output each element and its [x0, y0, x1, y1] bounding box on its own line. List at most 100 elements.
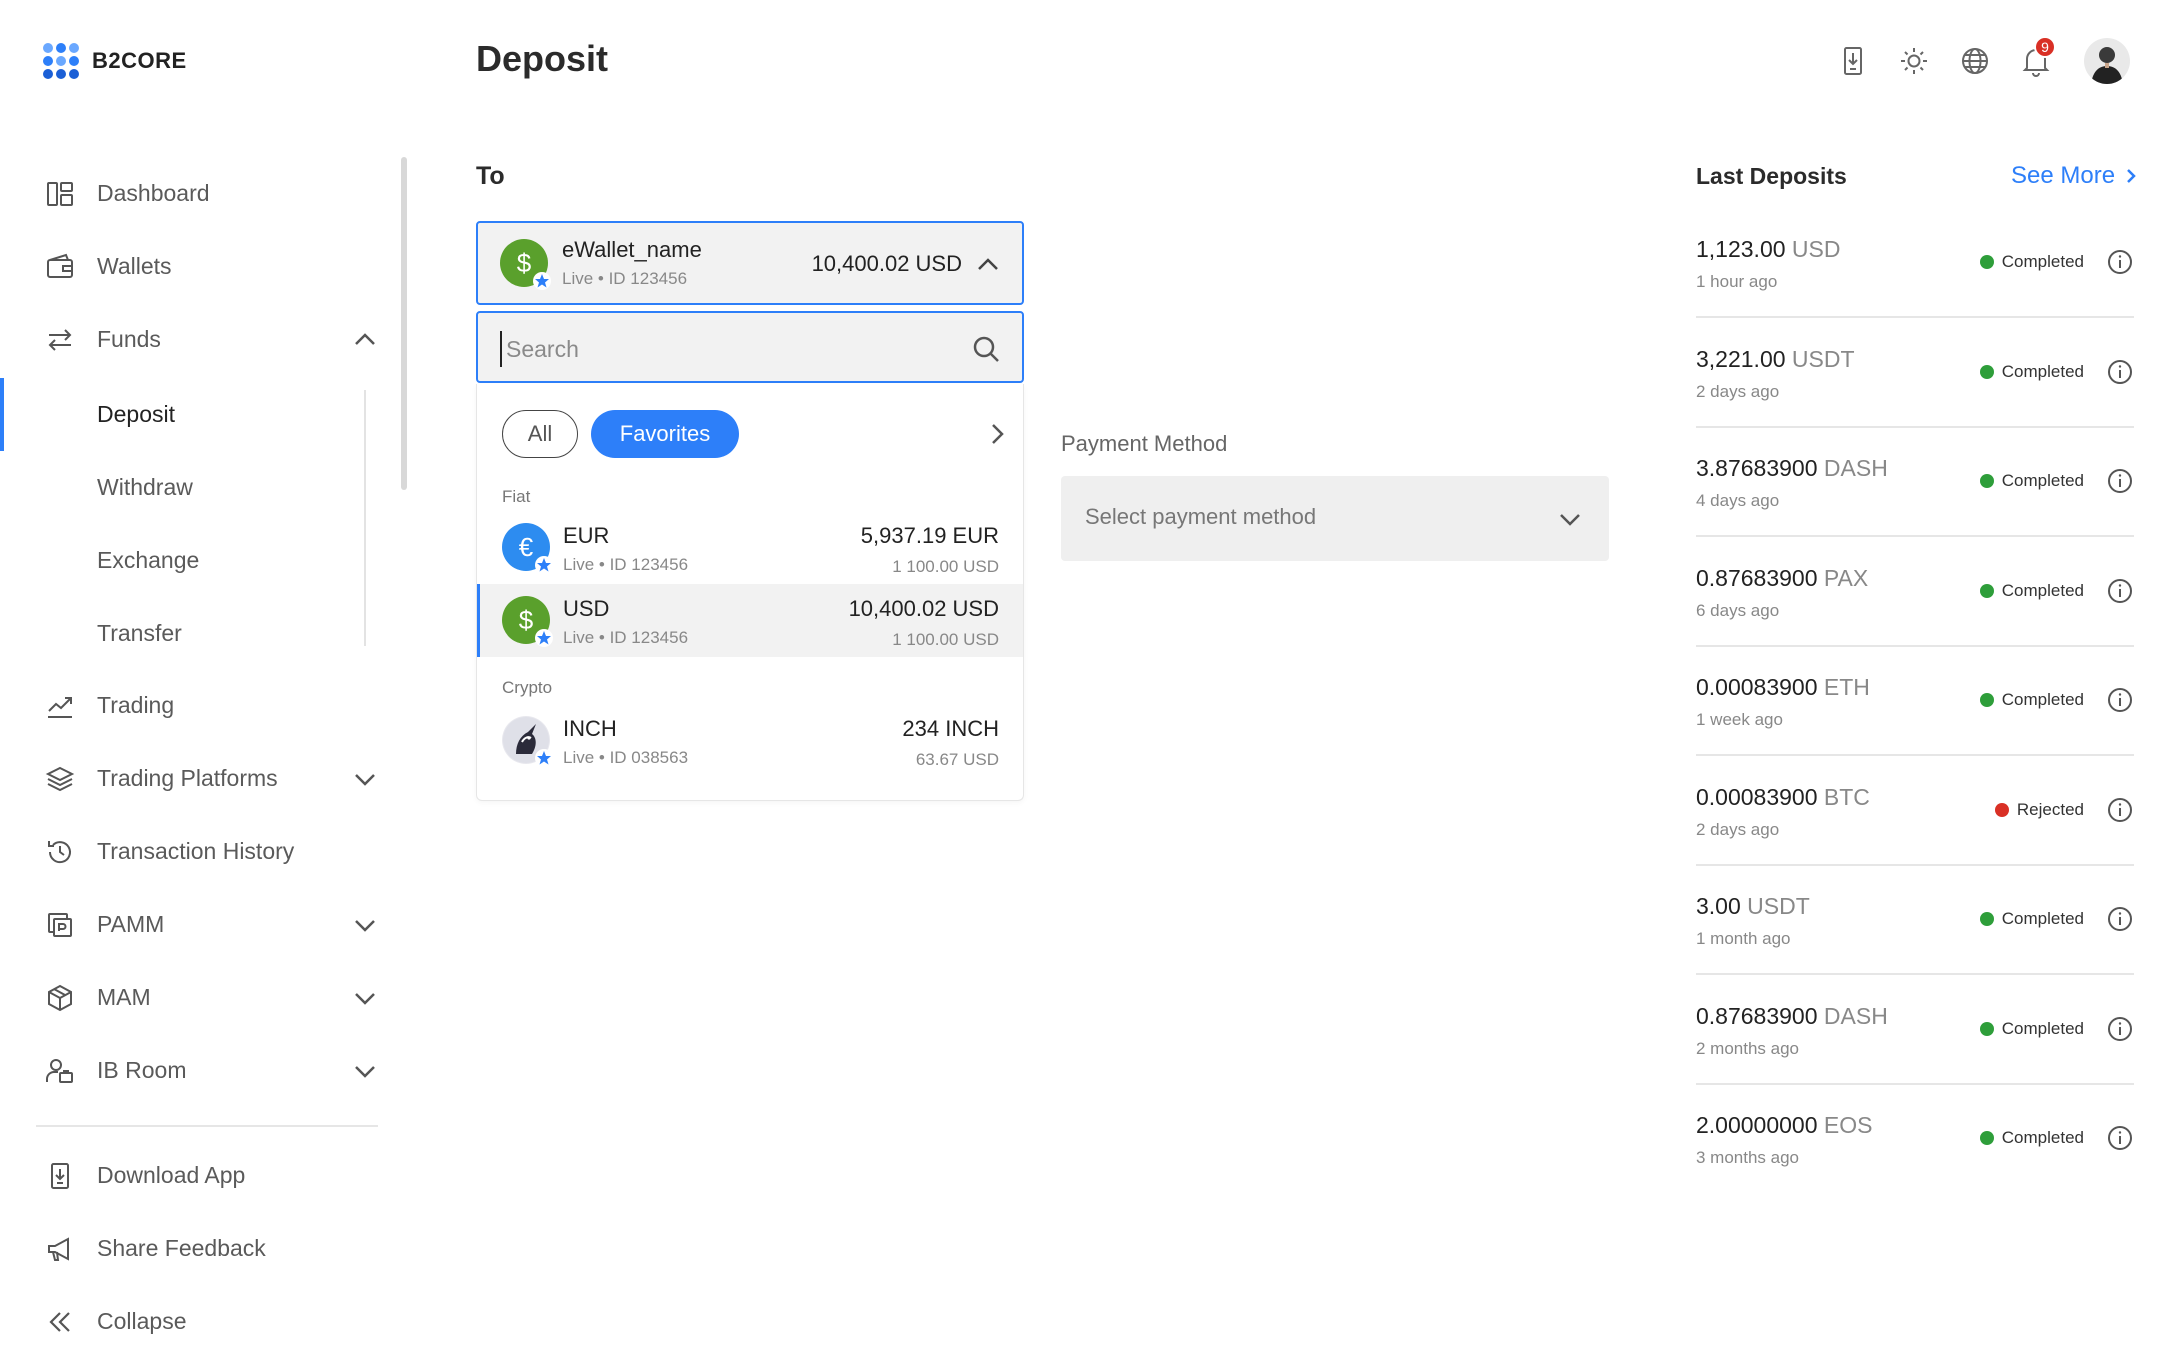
info-icon[interactable] [2106, 905, 2134, 933]
deposit-amount: 0.87683900 DASH [1696, 1003, 1888, 1030]
status-label: Completed [2001, 1128, 2084, 1147]
sidebar-item-download-app[interactable]: Download App [0, 1139, 400, 1212]
info-icon[interactable] [2106, 796, 2134, 824]
download-app-icon[interactable] [1835, 43, 1871, 79]
account-row-usd[interactable]: $ USD Live • ID 123456 10,400.02 USD 1 1… [477, 584, 1023, 657]
account-row-eur[interactable]: € EUR Live • ID 123456 5,937.19 EUR 1 10… [477, 511, 1023, 584]
filter-chip-all[interactable]: All [502, 410, 578, 458]
sidebar-item-pamm[interactable]: PAMM [0, 888, 400, 961]
user-avatar[interactable] [2084, 38, 2130, 84]
deposit-row[interactable]: 0.87683900 PAX 6 days ago Completed [1696, 537, 2134, 647]
status-dot [1979, 364, 1994, 379]
deposit-time: 6 days ago [1696, 600, 1780, 620]
sidebar-item-share-feedback[interactable]: Share Feedback [0, 1212, 400, 1285]
chart-line-icon [48, 696, 72, 718]
status-label: Completed [2001, 580, 2084, 600]
sidebar-item-transaction-history[interactable]: Transaction History [0, 815, 400, 888]
deposit-row[interactable]: 1,123.00 USD 1 hour ago Completed [1696, 208, 2134, 318]
sidebar-item-label: Dashboard [97, 180, 210, 206]
globe-icon[interactable] [1957, 43, 1993, 79]
account-amount: 234 INCH [902, 716, 999, 741]
deposit-row[interactable]: 0.87683900 DASH 2 months ago Completed [1696, 975, 2134, 1085]
logo-text: B2CORE [92, 48, 187, 73]
sidebar-item-collapse[interactable]: Collapse [0, 1285, 400, 1350]
status-badge: Completed [1979, 361, 2084, 382]
layers-icon [45, 766, 75, 791]
sidebar-item-dashboard[interactable]: Dashboard [0, 157, 400, 230]
deposit-value: 3.87683900 [1696, 455, 1818, 481]
chevron-up-icon[interactable] [974, 251, 1002, 279]
sidebar-item-trading-platforms[interactable]: Trading Platforms [0, 742, 400, 815]
search-icon[interactable] [970, 333, 1002, 365]
deposit-row[interactable]: 2.00000000 EOS 3 months ago Completed [1696, 1084, 2134, 1194]
wallet-selector[interactable]: $ eWallet_name Live • ID 123456 10,400.0… [476, 221, 1024, 305]
sidebar-divider [36, 1125, 378, 1127]
info-icon[interactable] [2106, 577, 2134, 605]
deposit-currency: DASH [1823, 455, 1888, 481]
sidebar-subitem-withdraw[interactable]: Withdraw [0, 451, 380, 524]
status-label: Completed [2001, 690, 2084, 709]
collapse-icon [49, 1311, 70, 1332]
account-name: EUR [563, 523, 610, 548]
info-icon[interactable] [2106, 358, 2134, 386]
to-section-title: To [476, 162, 505, 190]
deposit-row[interactable]: 3.87683900 DASH 4 days ago Completed [1696, 427, 2134, 537]
info-icon[interactable] [2106, 1015, 2134, 1043]
payment-method-label: Payment Method [1061, 431, 1228, 456]
coin-symbol: $ [518, 604, 534, 635]
coin-symbol: € [518, 531, 534, 562]
sidebar-item-wallets[interactable]: Wallets [0, 230, 400, 303]
deposit-row[interactable]: 0.00083900 ETH 1 week ago Completed [1696, 646, 2134, 756]
chevron-down-icon[interactable] [350, 910, 380, 940]
info-icon[interactable] [2106, 467, 2134, 495]
status-badge: Completed [1979, 471, 2084, 491]
account-search[interactable] [476, 311, 1024, 383]
deposit-row[interactable]: 3.00 USDT 1 month ago Completed [1696, 865, 2134, 975]
filter-chip-favorites[interactable]: Favorites [591, 410, 739, 458]
chevron-down-icon[interactable] [350, 1056, 380, 1086]
sidebar-item-label: Withdraw [97, 474, 193, 500]
status-label: Completed [2001, 361, 2084, 381]
coin-symbol: $ [516, 247, 532, 278]
status-dot [1979, 583, 1994, 598]
status-dot [1979, 1021, 1994, 1036]
chevron-down-icon[interactable] [350, 983, 380, 1013]
notification-badge: 9 [2034, 36, 2056, 58]
sidebar-item-mam[interactable]: MAM [0, 961, 400, 1034]
deposit-amount: 1,123.00 USD [1696, 236, 1840, 263]
brightness-icon[interactable] [1896, 43, 1932, 79]
sidebar-item-trading[interactable]: Trading [0, 669, 400, 742]
chevron-up-icon[interactable] [350, 325, 380, 355]
sidebar-subitem-transfer[interactable]: Transfer [0, 597, 380, 670]
deposit-row[interactable]: 0.00083900 BTC 2 days ago Rejected [1696, 756, 2134, 866]
sidebar-item-funds[interactable]: Funds [0, 303, 400, 376]
deposit-time: 2 days ago [1696, 381, 1780, 401]
account-dropdown: All Favorites Fiat € EUR Live • ID 12345… [476, 384, 1024, 801]
eur-coin-icon: € [502, 523, 553, 574]
see-more-link[interactable]: See More [2011, 162, 2141, 190]
status-dot [1979, 912, 1994, 926]
payment-method-select[interactable]: Select payment method [1061, 476, 1609, 561]
wallet-amount: 10,400.02 USD [811, 251, 962, 276]
sidebar-scrollbar[interactable] [401, 157, 407, 490]
deposit-value: 0.87683900 [1696, 1002, 1818, 1029]
sidebar-subitem-deposit[interactable]: Deposit [0, 378, 380, 451]
sidebar-subitem-exchange[interactable]: Exchange [0, 524, 380, 597]
sidebar-item-label: PAMM [97, 911, 165, 937]
info-icon[interactable] [2106, 1124, 2134, 1152]
sidebar-item-label: Download App [97, 1162, 246, 1188]
chevron-down-icon[interactable] [350, 764, 380, 794]
info-icon[interactable] [2106, 686, 2134, 714]
search-input[interactable] [500, 331, 940, 367]
sidebar-item-label: IB Room [97, 1057, 187, 1083]
app-logo[interactable]: B2CORE [42, 42, 187, 80]
account-row-inch[interactable]: INCH Live • ID 038563 234 INCH 63.67 USD [477, 704, 1023, 777]
status-badge: Completed [1979, 1128, 2084, 1148]
last-deposits-title: Last Deposits [1696, 163, 1847, 189]
deposit-currency: BTC [1823, 783, 1870, 810]
sidebar-item-ib-room[interactable]: IB Room [0, 1034, 400, 1107]
deposit-row[interactable]: 3,221.00 USDT 2 days ago Completed [1696, 318, 2134, 428]
info-icon[interactable] [2106, 248, 2134, 276]
wallet-icon [47, 253, 73, 278]
chevron-right-icon[interactable] [983, 420, 1011, 448]
